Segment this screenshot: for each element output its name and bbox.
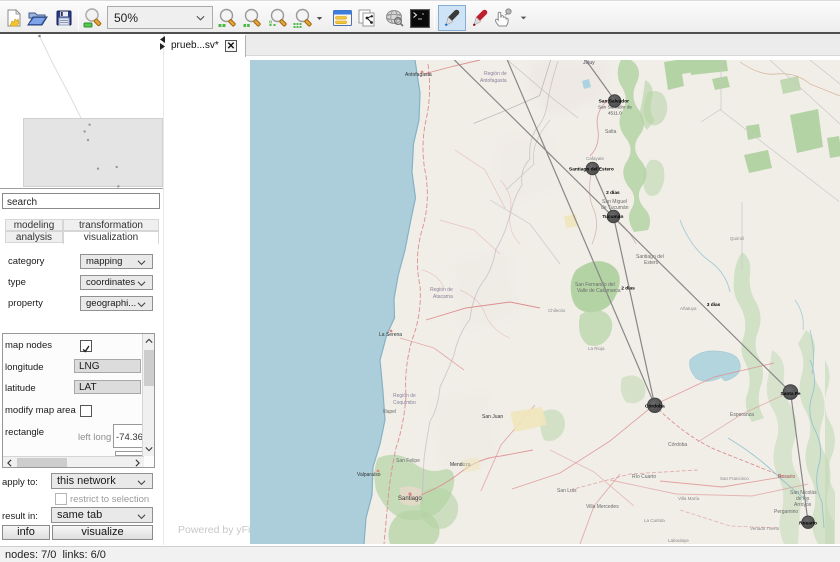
svg-text:San Salvador: San Salvador: [599, 99, 630, 105]
svg-text:La Carlota: La Carlota: [644, 518, 665, 523]
svg-text:Salta: Salta: [605, 129, 617, 135]
svg-text:Región de: Región de: [430, 287, 453, 293]
svg-text:4511.0: 4511.0: [608, 111, 622, 116]
svg-text:Villa María: Villa María: [678, 496, 700, 501]
svg-text:3 días: 3 días: [707, 302, 721, 308]
svg-text:La Rioja: La Rioja: [588, 346, 605, 351]
svg-text:Arroyos: Arroyos: [794, 502, 812, 508]
svg-text:2 días: 2 días: [621, 286, 635, 292]
svg-text:San Francisco: San Francisco: [720, 476, 749, 481]
svg-text:Añatuya: Añatuya: [680, 306, 697, 311]
svg-text:San Luis: San Luis: [557, 488, 577, 494]
svg-text:Santiago: Santiago: [398, 496, 422, 502]
svg-text:Valparaíso: Valparaíso: [357, 472, 381, 478]
svg-text:Santa Fe: Santa Fe: [781, 391, 801, 397]
svg-text:2 días: 2 días: [606, 190, 620, 196]
svg-text:Antofagasta: Antofagasta: [405, 72, 432, 78]
svg-text:Antofagasta: Antofagasta: [480, 78, 507, 84]
svg-text:Esperanza: Esperanza: [730, 412, 754, 418]
svg-text:Río Cuarto: Río Cuarto: [632, 474, 656, 480]
svg-text:Santiago del Estero: Santiago del Estero: [569, 167, 614, 173]
svg-text:Coquimbo: Coquimbo: [393, 400, 416, 406]
svg-text:Illapel: Illapel: [383, 409, 396, 415]
svg-text:Córdoba: Córdoba: [645, 403, 665, 409]
svg-text:Venado Tuerto: Venado Tuerto: [750, 526, 780, 531]
svg-text:Rosario: Rosario: [799, 520, 817, 526]
svg-text:Pergamino: Pergamino: [774, 509, 798, 515]
svg-text:Córdoba: Córdoba: [668, 442, 687, 448]
svg-text:Chilecito: Chilecito: [548, 308, 566, 313]
svg-text:Quimilí: Quimilí: [730, 236, 745, 241]
svg-text:La Serena: La Serena: [379, 332, 402, 338]
svg-text:Estero: Estero: [644, 260, 659, 266]
svg-text:Tucumán: Tucumán: [602, 214, 623, 220]
svg-text:Región de: Región de: [484, 71, 507, 77]
svg-text:San Felipe: San Felipe: [396, 458, 420, 464]
svg-text:Atacama: Atacama: [433, 294, 453, 300]
svg-text:Laboulaye: Laboulaye: [668, 538, 689, 543]
svg-text:Villa Mercedes: Villa Mercedes: [586, 504, 619, 510]
svg-text:Región de: Región de: [393, 393, 416, 399]
svg-text:Rosario: Rosario: [778, 474, 795, 480]
svg-text:Cafayate: Cafayate: [586, 156, 605, 161]
svg-text:San Juan: San Juan: [482, 414, 503, 420]
svg-text:Valle de Catamarca: Valle de Catamarca: [577, 288, 621, 294]
